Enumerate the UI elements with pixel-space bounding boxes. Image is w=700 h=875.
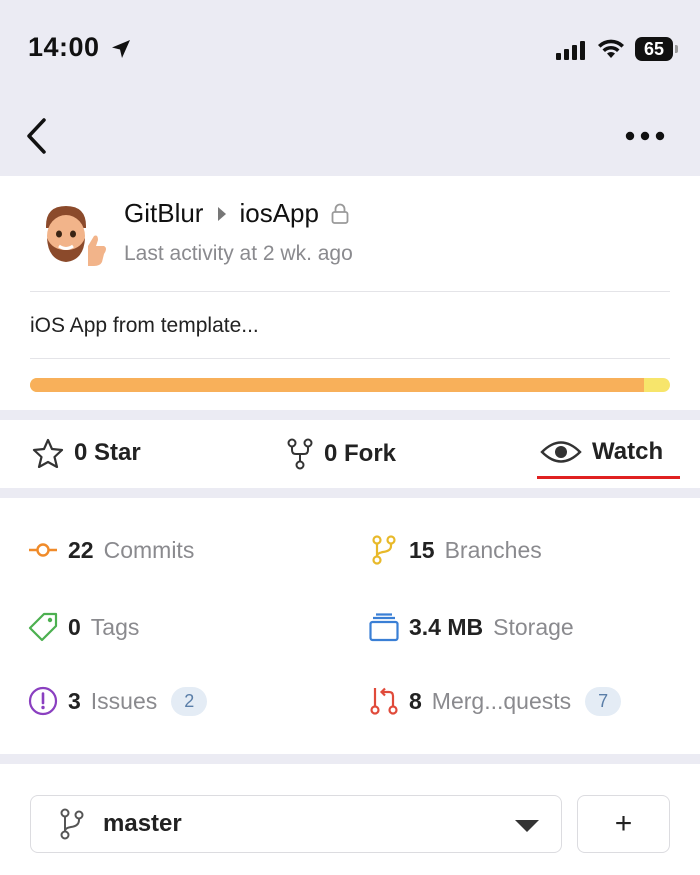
- lock-icon: [331, 203, 349, 224]
- location-arrow-icon: [112, 40, 130, 58]
- battery-indicator: 65: [635, 37, 673, 61]
- repo-name: iosApp: [239, 198, 319, 228]
- fork-label: 0 Fork: [324, 440, 397, 467]
- branch-icon: [369, 535, 399, 565]
- back-chevron-icon[interactable]: [24, 116, 50, 156]
- repo-owner[interactable]: GitBlur: [124, 198, 203, 229]
- commits-stat[interactable]: 22 Commits: [28, 535, 194, 565]
- last-activity-text: Last activity at 2 wk. ago: [124, 242, 353, 265]
- status-time: 14:00: [28, 32, 100, 62]
- tag-icon: [28, 612, 58, 642]
- storage-label: Storage: [493, 613, 574, 640]
- merge-requests-label: Merg...quests: [431, 687, 572, 714]
- watch-button[interactable]: Watch: [540, 438, 663, 466]
- cellular-signal-icon: [556, 41, 585, 60]
- repo-description: iOS App from template...: [30, 314, 259, 337]
- avatar[interactable]: [32, 198, 112, 270]
- fork-button[interactable]: 0 Fork: [286, 438, 396, 470]
- branch-selector[interactable]: master: [30, 795, 562, 853]
- repo-header-card: GitBlur iosApp Last activity at 2 wk. ag…: [0, 176, 700, 410]
- issues-stat[interactable]: 3 Issues 2: [28, 686, 208, 716]
- star-icon: [32, 438, 64, 468]
- issues-label: Issues: [90, 687, 158, 714]
- branches-count: 15: [409, 536, 435, 563]
- branch-bar: master +: [0, 764, 700, 875]
- language-bar: [30, 378, 670, 392]
- add-button[interactable]: +: [577, 795, 670, 853]
- tags-stat[interactable]: 0 Tags: [28, 612, 139, 642]
- status-bar: 14:00 65: [0, 0, 700, 100]
- issues-badge: 2: [171, 686, 208, 716]
- merge-request-icon: [369, 686, 399, 716]
- repo-stats: 22 Commits 15 Branches 0 Tags 3.4 MB Sto…: [0, 498, 700, 754]
- repo-actions-bar: 0 Star 0 Fork Watch: [0, 420, 700, 488]
- wifi-icon: [598, 39, 624, 58]
- selected-branch: master: [103, 810, 182, 837]
- more-options-icon[interactable]: [624, 130, 666, 142]
- merge-requests-count: 8: [409, 687, 422, 714]
- eye-icon: [540, 441, 582, 463]
- star-button[interactable]: 0 Star: [32, 438, 141, 468]
- dropdown-triangle-icon: [515, 820, 539, 832]
- caret-right-icon: [218, 206, 227, 221]
- storage-size: 3.4 MB: [409, 613, 484, 640]
- star-label: 0 Star: [74, 439, 141, 466]
- storage-icon: [369, 612, 399, 642]
- watch-underline: [537, 476, 680, 479]
- watch-label: Watch: [592, 438, 664, 465]
- merge-requests-badge: 7: [585, 686, 622, 716]
- merge-requests-stat[interactable]: 8 Merg...quests 7: [369, 686, 622, 716]
- branches-label: Branches: [444, 536, 542, 563]
- storage-stat[interactable]: 3.4 MB Storage: [369, 612, 574, 642]
- divider: [30, 291, 670, 292]
- commits-count: 22: [68, 536, 94, 563]
- battery-tip: [675, 45, 678, 53]
- divider: [30, 358, 670, 359]
- issues-count: 3: [68, 687, 81, 714]
- commit-icon: [28, 535, 58, 565]
- branch-icon: [60, 808, 84, 840]
- fork-icon: [287, 438, 313, 470]
- branches-stat[interactable]: 15 Branches: [369, 535, 542, 565]
- tags-count: 0: [68, 613, 81, 640]
- tags-label: Tags: [90, 613, 140, 640]
- repo-path: GitBlur iosApp: [124, 198, 349, 229]
- navigation-bar: [0, 100, 700, 176]
- commits-label: Commits: [103, 536, 195, 563]
- issue-icon: [28, 686, 58, 716]
- language-bar-primary: [30, 378, 645, 392]
